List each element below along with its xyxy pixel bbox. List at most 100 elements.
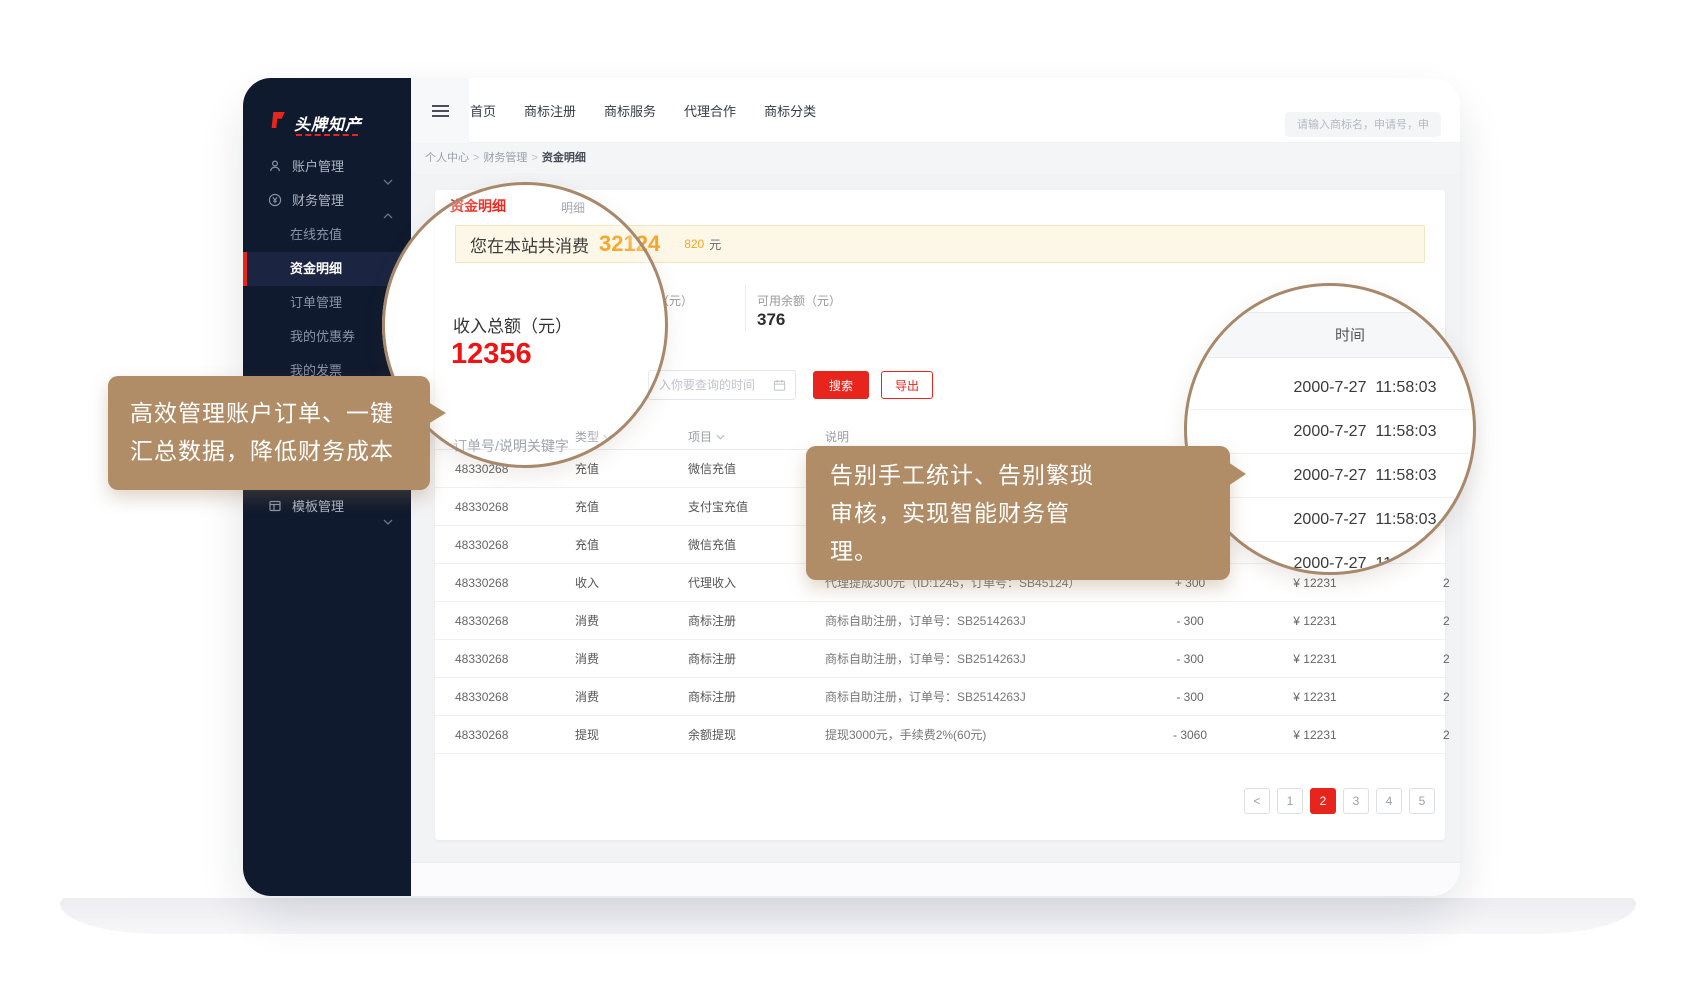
cell-project: 微信充值	[688, 450, 736, 488]
magnifier-time-header: 时间	[1187, 312, 1476, 358]
pagination-page-2[interactable]: 2	[1310, 788, 1336, 814]
cell-time: 2	[1443, 640, 1450, 678]
tooltip-right: 告别手工统计、告别繁琐 审核，实现智能财务管 理。	[806, 446, 1230, 580]
template-icon	[268, 492, 282, 526]
sidebar-subitem-3[interactable]: 在线充值	[243, 218, 411, 252]
col-header-desc: 说明	[825, 428, 849, 445]
pagination: <12345	[435, 788, 1435, 814]
tooltip-arrow-icon	[428, 402, 446, 424]
brand-tagline	[296, 134, 358, 136]
banner-amount-small: 820	[684, 237, 704, 251]
breadcrumb-item-1[interactable]: 个人中心	[425, 152, 469, 164]
topnav: 首页 商标注册 商标服务 代理合作 商标分类	[470, 78, 816, 143]
cell-type: 提现	[575, 716, 599, 754]
export-button[interactable]: 导出	[881, 371, 933, 399]
cell-order: 48330268	[455, 564, 508, 602]
breadcrumb-separator: >	[531, 152, 537, 164]
tooltip-right-line3: 理。	[830, 532, 1230, 570]
nav-item-4[interactable]: 代理合作	[684, 101, 736, 120]
sort-caret-icon	[716, 429, 725, 443]
cell-balance: ¥ 12231	[1260, 716, 1370, 754]
pagination-page-1[interactable]: 1	[1277, 788, 1303, 814]
cell-order: 48330268	[455, 602, 508, 640]
magnifier-time-row-4: 2000-7-27 11:58:03	[1187, 498, 1476, 542]
trademark-search-input[interactable]	[1285, 112, 1441, 137]
available-balance-label: 可用余额（元）	[757, 292, 841, 309]
nav-item-5[interactable]: 商标分类	[764, 101, 816, 120]
date-query-input[interactable]	[648, 370, 796, 400]
chevron-down-icon	[383, 504, 393, 538]
cell-project: 商标注册	[688, 678, 736, 716]
cell-desc: 商标自助注册，订单号：SB2514263J	[825, 678, 1135, 716]
cell-desc: 提现3000元，手续费2%(60元)	[825, 716, 1135, 754]
breadcrumb-separator: >	[473, 152, 479, 164]
stats-divider	[745, 285, 746, 331]
table-row-7: 48330268 消费 商标注册 商标自助注册，订单号：SB2514263J- 300…	[435, 678, 1445, 716]
footer-strip	[411, 862, 1460, 896]
banner-unit: 元	[709, 236, 721, 253]
sidebar-item-8[interactable]: 模板管理	[243, 490, 411, 524]
cell-desc: 商标自助注册，订单号：SB2514263J	[825, 640, 1135, 678]
cell-project: 余额提现	[688, 716, 736, 754]
cell-type: 充值	[575, 488, 599, 526]
magnifier-time-row-1: 2000-7-27 11:58:03	[1187, 366, 1476, 410]
table-row-8: 48330268 提现 余额提现 提现3000元，手续费2%(60元)- 3060 ¥ …	[435, 716, 1445, 754]
col-header-project-label: 项目	[688, 430, 712, 444]
sidebar-item-label: 模板管理	[292, 499, 344, 514]
pagination-prev-button[interactable]: <	[1244, 788, 1270, 814]
cell-type: 消费	[575, 602, 599, 640]
magnifier-time-row-2: 2000-7-27 11:58:03	[1187, 410, 1476, 454]
laptop-base	[60, 898, 1636, 934]
nav-item-3[interactable]: 商标服务	[604, 101, 656, 120]
cell-order: 48330268	[455, 678, 508, 716]
sidebar-item-1[interactable]: 账户管理	[243, 150, 411, 184]
cell-project: 微信充值	[688, 526, 736, 564]
finance-icon	[268, 186, 282, 220]
hamburger-icon	[432, 102, 449, 120]
nav-item-1[interactable]: 首页	[470, 101, 496, 120]
cell-time: 2	[1443, 678, 1450, 716]
search-button[interactable]: 搜索	[813, 371, 869, 399]
tooltip-left-line1: 高效管理账户订单、一键	[130, 394, 430, 432]
col-header-project[interactable]: 项目	[688, 428, 725, 445]
cell-project: 支付宝充值	[688, 488, 748, 526]
sidebar-item-2[interactable]: 财务管理	[243, 184, 411, 218]
tooltip-left: 高效管理账户订单、一键 汇总数据，降低财务成本	[108, 376, 430, 490]
brand-name: 头牌知产	[294, 111, 362, 135]
cell-project: 商标注册	[688, 640, 736, 678]
cell-balance: ¥ 12231	[1260, 678, 1370, 716]
breadcrumb-item-2[interactable]: 财务管理	[483, 152, 527, 164]
cell-amount: - 3060	[1135, 716, 1245, 754]
menu-toggle-button[interactable]	[411, 78, 469, 143]
cell-project: 代理收入	[688, 564, 736, 602]
user-icon	[268, 152, 282, 186]
cell-amount: - 300	[1135, 640, 1245, 678]
tooltip-arrow-icon	[1228, 462, 1246, 486]
table-row-6: 48330268 消费 商标注册 商标自助注册，订单号：SB2514263J- 300…	[435, 640, 1445, 678]
breadcrumb: 个人中心 > 财务管理 > 资金明细	[411, 143, 1460, 173]
breadcrumb-item-3: 资金明细	[542, 152, 586, 164]
table-row-5: 48330268 消费 商标注册 商标自助注册，订单号：SB2514263J- 300…	[435, 602, 1445, 640]
sidebar-item-label: 账户管理	[292, 159, 344, 174]
tooltip-right-line1: 告别手工统计、告别繁琐	[830, 456, 1230, 494]
pagination-page-5[interactable]: 5	[1409, 788, 1435, 814]
nav-item-2[interactable]: 商标注册	[524, 101, 576, 120]
cell-type: 消费	[575, 678, 599, 716]
pagination-page-3[interactable]: 3	[1343, 788, 1369, 814]
cell-order: 48330268	[455, 640, 508, 678]
cell-type: 消费	[575, 640, 599, 678]
sidebar-subitem-4[interactable]: 资金明细	[243, 252, 411, 286]
pagination-page-4[interactable]: 4	[1376, 788, 1402, 814]
tooltip-left-line2: 汇总数据，降低财务成本	[130, 432, 430, 470]
cell-amount: - 300	[1135, 678, 1245, 716]
sidebar-item-label: 财务管理	[292, 193, 344, 208]
cell-balance: ¥ 12231	[1260, 640, 1370, 678]
cell-desc: 商标自助注册，订单号：SB2514263J	[825, 602, 1135, 640]
magnifier-time-row-5: 2000-7-27 11:58:03	[1187, 542, 1476, 575]
cell-project: 商标注册	[688, 602, 736, 640]
cell-order: 48330268	[455, 526, 508, 564]
cell-amount: - 300	[1135, 602, 1245, 640]
topbar: 首页 商标注册 商标服务 代理合作 商标分类	[411, 78, 1460, 143]
cell-type: 收入	[575, 564, 599, 602]
cell-order: 48330268	[455, 716, 508, 754]
